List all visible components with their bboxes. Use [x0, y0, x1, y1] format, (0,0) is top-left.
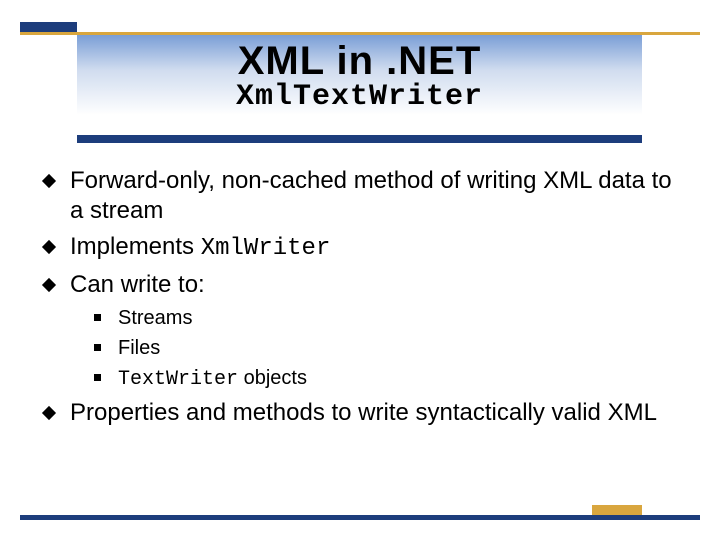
slide-title: XML in .NET — [77, 39, 642, 84]
bullet-text: Can write to: — [70, 271, 205, 298]
sub-bullet-item: Files — [88, 336, 680, 361]
top-accent-bar — [20, 22, 77, 32]
bullet-text: Properties and methods to write syntacti… — [70, 399, 657, 426]
sub-bullet-item: Streams — [88, 306, 680, 331]
diamond-bullet-icon — [42, 240, 56, 254]
bullet-text: Implements — [70, 233, 201, 260]
diamond-bullet-icon — [42, 278, 56, 292]
diamond-bullet-icon — [42, 174, 56, 188]
bullet-item: Implements XmlWriter — [40, 232, 680, 264]
sub-bullet-text: Streams — [118, 307, 192, 329]
slide: XML in .NET XmlTextWriter Forward-only, … — [0, 0, 720, 540]
slide-body: Forward-only, non-cached method of writi… — [40, 160, 680, 434]
square-bullet-icon — [94, 344, 101, 351]
slide-subtitle: XmlTextWriter — [77, 80, 642, 114]
banner-underline — [77, 135, 642, 143]
sub-bullet-text: Files — [118, 337, 160, 359]
square-bullet-icon — [94, 314, 101, 321]
bullet-mono: XmlWriter — [201, 235, 331, 262]
square-bullet-icon — [94, 374, 101, 381]
bottom-navy-line — [20, 515, 700, 520]
sub-bullet-mono: TextWriter — [118, 368, 238, 391]
sub-bullet-item: TextWriter objects — [88, 366, 680, 392]
bottom-gold-segment — [592, 505, 642, 515]
bullet-item: Forward-only, non-cached method of writi… — [40, 166, 680, 226]
title-banner: XML in .NET XmlTextWriter — [77, 35, 642, 135]
sub-bullet-suffix: objects — [238, 367, 307, 389]
bullet-item: Can write to: — [40, 270, 680, 300]
diamond-bullet-icon — [42, 406, 56, 420]
bullet-item: Properties and methods to write syntacti… — [40, 398, 680, 428]
bullet-text: Forward-only, non-cached method of writi… — [70, 167, 672, 224]
